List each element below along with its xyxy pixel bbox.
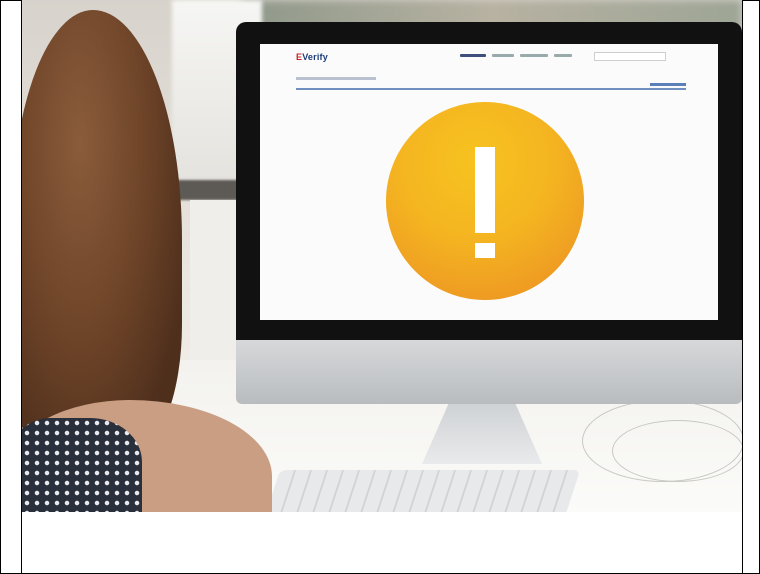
nav-item xyxy=(520,54,548,57)
cable xyxy=(612,420,742,482)
nav-item xyxy=(554,54,572,57)
monitor-chin xyxy=(236,340,742,404)
monitor-screen: EVerify xyxy=(260,44,718,320)
monitor: EVerify xyxy=(236,22,742,404)
frame-divider-right xyxy=(742,0,743,574)
woman-hair xyxy=(22,10,182,450)
exclamation-dot xyxy=(475,243,495,258)
logo-text: Verify xyxy=(302,52,328,62)
background-pole xyxy=(190,200,238,360)
exclamation-bar xyxy=(475,147,495,233)
keyboard xyxy=(263,470,581,512)
nav-item xyxy=(460,54,486,57)
photo: EVerify xyxy=(22,0,742,512)
header-rule xyxy=(296,88,686,90)
warning-exclamation-icon xyxy=(386,102,584,300)
breadcrumb xyxy=(296,77,376,80)
site-search-box xyxy=(594,52,666,61)
nav-item xyxy=(492,54,514,57)
site-logo: EVerify xyxy=(296,52,328,62)
site-nav xyxy=(460,54,572,57)
monitor-bezel: EVerify xyxy=(236,22,742,340)
header-link xyxy=(650,83,686,86)
woman-shirt xyxy=(22,418,142,512)
